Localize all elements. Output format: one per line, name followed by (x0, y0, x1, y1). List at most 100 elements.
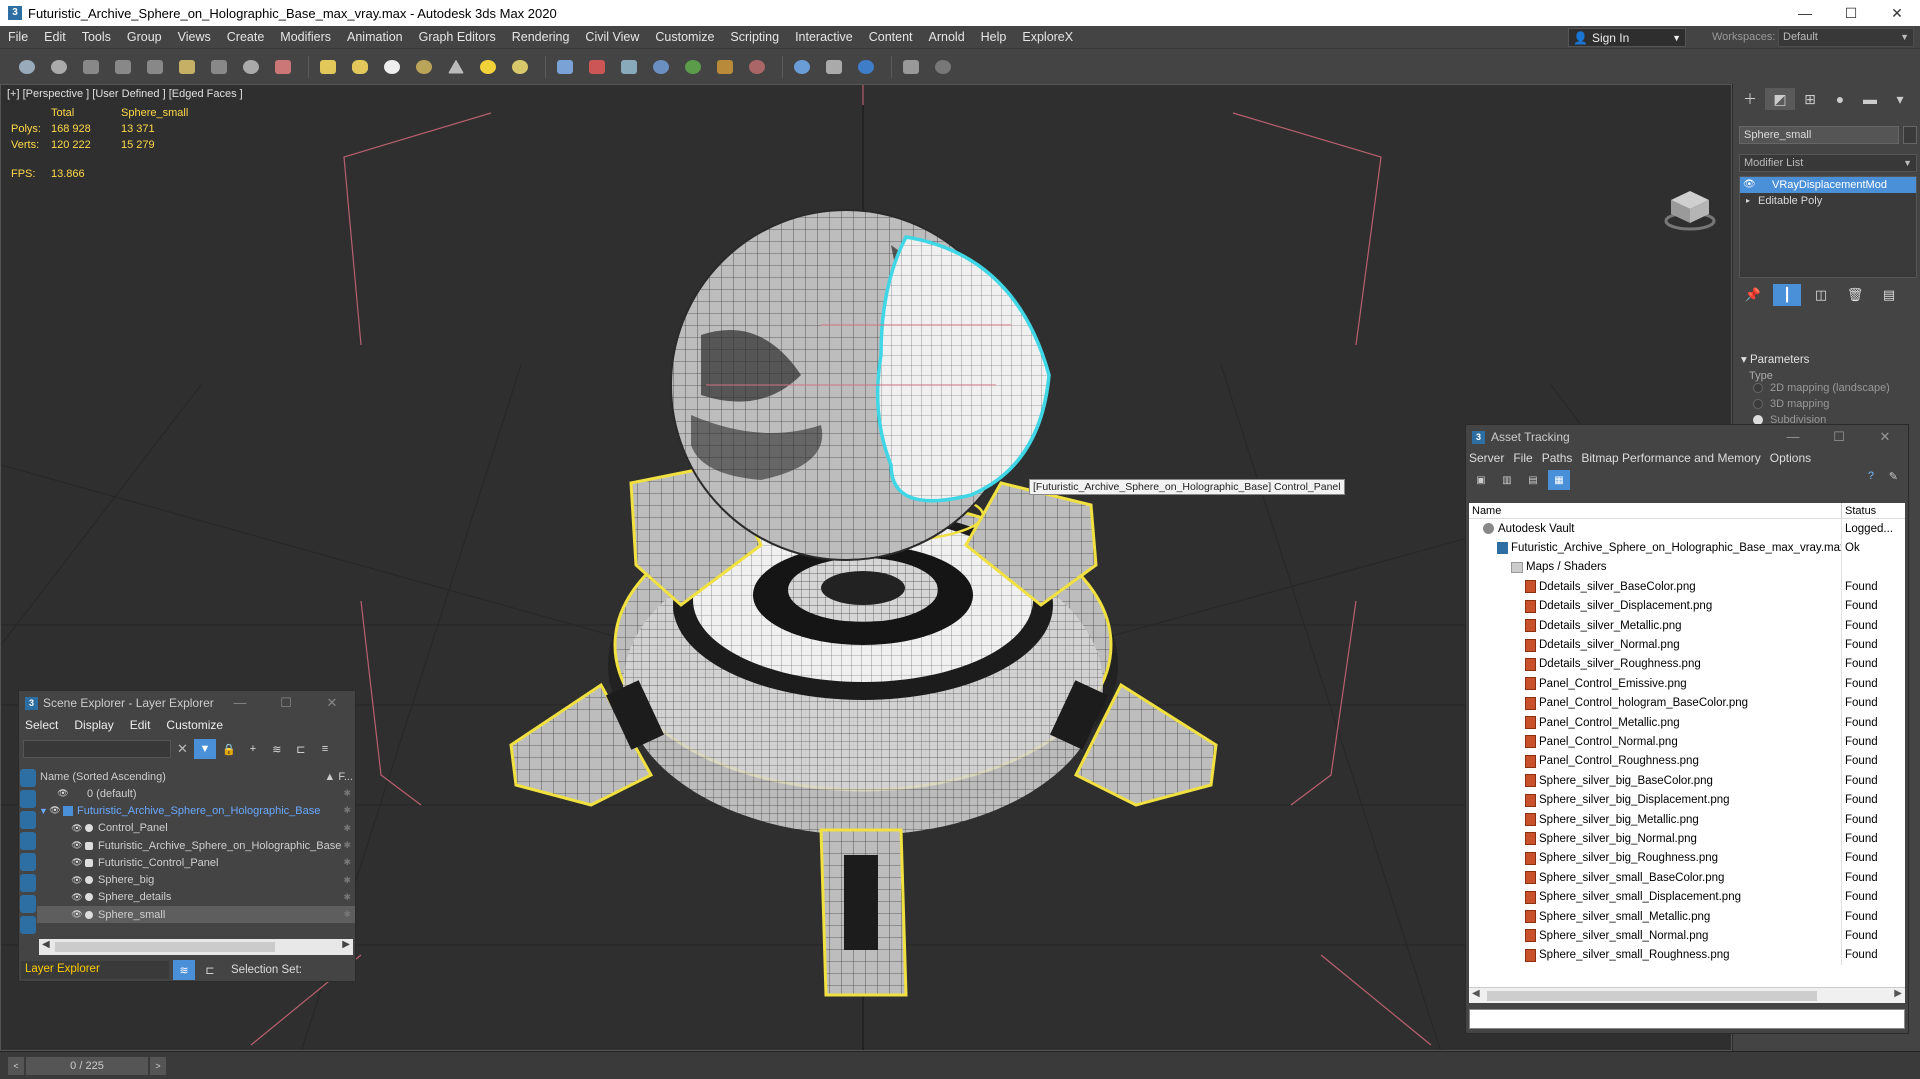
table-row[interactable]: Ddetails_silver_Normal.png Found (1469, 635, 1905, 655)
eye-icon[interactable]: 👁 (49, 805, 61, 816)
tree-row-object[interactable]: 👁 Futuristic_Control_Panel ✱ (37, 854, 355, 871)
bind-space-warp-button[interactable] (142, 54, 168, 80)
search-input[interactable] (23, 740, 171, 758)
menu-content[interactable]: Content (861, 30, 921, 44)
eye-icon[interactable]: 👁 (71, 875, 83, 886)
parameters-rollout-header[interactable]: ▾ Parameters (1737, 352, 1917, 370)
stack-button[interactable]: ≡ (314, 739, 336, 759)
menu-interactive[interactable]: Interactive (787, 30, 861, 44)
eye-icon[interactable]: 👁 (71, 823, 83, 834)
object-name-field[interactable]: Sphere_small (1739, 126, 1899, 144)
table-row[interactable]: Panel_Control_hologram_BaseColor.png Foun… (1469, 693, 1905, 713)
table-row[interactable]: Panel_Control_Metallic.png Found (1469, 712, 1905, 733)
next-frame-button[interactable]: > (150, 1057, 166, 1075)
menu-group[interactable]: Group (119, 30, 170, 44)
helper-button[interactable] (584, 54, 610, 80)
bones-button[interactable] (616, 54, 642, 80)
filter-warps-icon[interactable] (20, 874, 36, 892)
select-object-button[interactable] (174, 54, 200, 80)
explorer-mode-select[interactable]: Layer Explorer (21, 961, 169, 979)
tree-row-object[interactable]: 👁 Futuristic_Archive_Sphere_on_Holograph… (37, 837, 355, 854)
radio-2d-mapping[interactable]: 2D mapping (landscape) (1753, 382, 1890, 394)
table-row[interactable]: Sphere_silver_big_Metallic.png Found (1469, 809, 1905, 830)
filter-shapes-icon[interactable] (20, 790, 36, 808)
tree-row-object[interactable]: 👁 Control_Panel ✱ (37, 820, 355, 837)
table-row[interactable]: Ddetails_silver_Metallic.png Found (1469, 615, 1905, 636)
eye-icon[interactable]: 👁 (57, 788, 69, 799)
table-row[interactable]: Maps / Shaders (1469, 557, 1905, 578)
render-frame-button[interactable] (821, 54, 847, 80)
column-name[interactable]: Name (1469, 503, 1842, 518)
scroll-left-icon[interactable]: ◀ (1472, 988, 1480, 999)
rotate-button[interactable] (238, 54, 264, 80)
filter-geometry-icon[interactable] (20, 769, 36, 787)
close-button[interactable]: ✕ (309, 691, 355, 715)
scroll-right-icon[interactable]: ▶ (1894, 988, 1902, 999)
space-warps-button[interactable] (648, 54, 674, 80)
close-button[interactable]: ✕ (1874, 0, 1920, 26)
asset-path-field[interactable] (1469, 1009, 1905, 1029)
eye-icon[interactable]: 👁 (71, 840, 83, 851)
filter-cameras-icon[interactable] (20, 832, 36, 850)
torus-button[interactable] (411, 54, 437, 80)
help-icon[interactable]: ? (1868, 470, 1874, 482)
scrollbar-thumb[interactable] (1487, 991, 1817, 1001)
table-row[interactable]: Ddetails_silver_Displacement.png Found (1469, 596, 1905, 616)
modifier-list-dropdown[interactable]: Modifier List ▼ (1739, 154, 1917, 172)
vray-fur-button[interactable] (744, 54, 770, 80)
menu-civil-view[interactable]: Civil View (577, 30, 647, 44)
eye-icon[interactable]: 👁 (71, 909, 83, 920)
pin-icon[interactable]: ✎ (1889, 470, 1898, 483)
table-row[interactable]: Sphere_silver_small_Metallic.png Found (1469, 906, 1905, 927)
freeze-icon[interactable]: ✱ (343, 805, 351, 816)
table-row[interactable]: Ddetails_silver_Roughness.png Found (1469, 654, 1905, 675)
menu-paths[interactable]: Paths (1542, 451, 1573, 465)
menu-customize[interactable]: Customize (166, 718, 223, 732)
menu-scripting[interactable]: Scripting (722, 30, 787, 44)
select-by-name-button[interactable] (206, 54, 232, 80)
filter-helpers-icon[interactable] (20, 853, 36, 871)
expand-triangle-icon[interactable]: ▸ (1746, 193, 1750, 209)
menu-rendering[interactable]: Rendering (504, 30, 578, 44)
freeze-icon[interactable]: ✱ (343, 875, 351, 886)
refresh-button[interactable]: ▣ (1470, 470, 1492, 490)
minimize-button[interactable]: — (1782, 0, 1828, 26)
menu-modifiers[interactable]: Modifiers (272, 30, 339, 44)
table-row[interactable]: Ddetails_silver_BaseColor.png Found (1469, 577, 1905, 597)
menu-file[interactable]: File (1513, 451, 1532, 465)
render-button[interactable] (853, 54, 879, 80)
menu-options[interactable]: Options (1770, 451, 1811, 465)
scene-tree-header[interactable]: Name (Sorted Ascending) ▲ F... (37, 769, 355, 785)
eye-icon[interactable]: 👁 (71, 857, 83, 868)
minimize-button[interactable]: — (1770, 425, 1816, 449)
vray-button[interactable] (712, 54, 738, 80)
hierarchy-mode-button[interactable]: ⊏ (199, 960, 221, 980)
minimize-button[interactable]: — (217, 691, 263, 715)
motion-tab[interactable]: ● (1825, 88, 1855, 110)
time-slider[interactable]: 0 / 225 (26, 1057, 148, 1075)
table-row[interactable]: Autodesk Vault Logged... (1469, 519, 1905, 539)
viewport-label[interactable]: [+] [Perspective ] [User Defined ] [Edge… (7, 88, 243, 100)
table-row[interactable]: Sphere_silver_big_Roughness.png Found (1469, 848, 1905, 869)
sphere-button[interactable] (379, 54, 405, 80)
filter-xrefs-icon[interactable] (20, 916, 36, 934)
clear-search-icon[interactable]: ✕ (177, 741, 188, 757)
menu-animation[interactable]: Animation (339, 30, 411, 44)
hierarchy-tab[interactable]: ⊞ (1795, 88, 1825, 110)
material-button[interactable] (507, 54, 533, 80)
table-row[interactable]: Sphere_silver_big_Displacement.png Found (1469, 790, 1905, 810)
table-row[interactable]: Sphere_silver_small_BaseColor.png Found (1469, 868, 1905, 888)
freeze-icon[interactable]: ✱ (343, 909, 351, 920)
column-status[interactable]: Status (1842, 503, 1876, 518)
unlink-button[interactable] (110, 54, 136, 80)
hierarchy-button[interactable]: ⊏ (290, 739, 312, 759)
light-button[interactable] (475, 54, 501, 80)
menu-create[interactable]: Create (219, 30, 273, 44)
modify-tab[interactable]: ◩ (1765, 88, 1795, 110)
freeze-icon[interactable]: ✱ (343, 857, 351, 868)
details-view-button[interactable]: ▤ (1522, 470, 1544, 490)
sign-in-dropdown[interactable]: 👤 Sign In ▼ (1568, 28, 1686, 47)
freeze-icon[interactable]: ✱ (343, 840, 351, 851)
tree-row-main-layer[interactable]: ▼ 👁 Futuristic_Archive_Sphere_on_Hologra… (37, 802, 355, 819)
help-button[interactable] (930, 54, 956, 80)
